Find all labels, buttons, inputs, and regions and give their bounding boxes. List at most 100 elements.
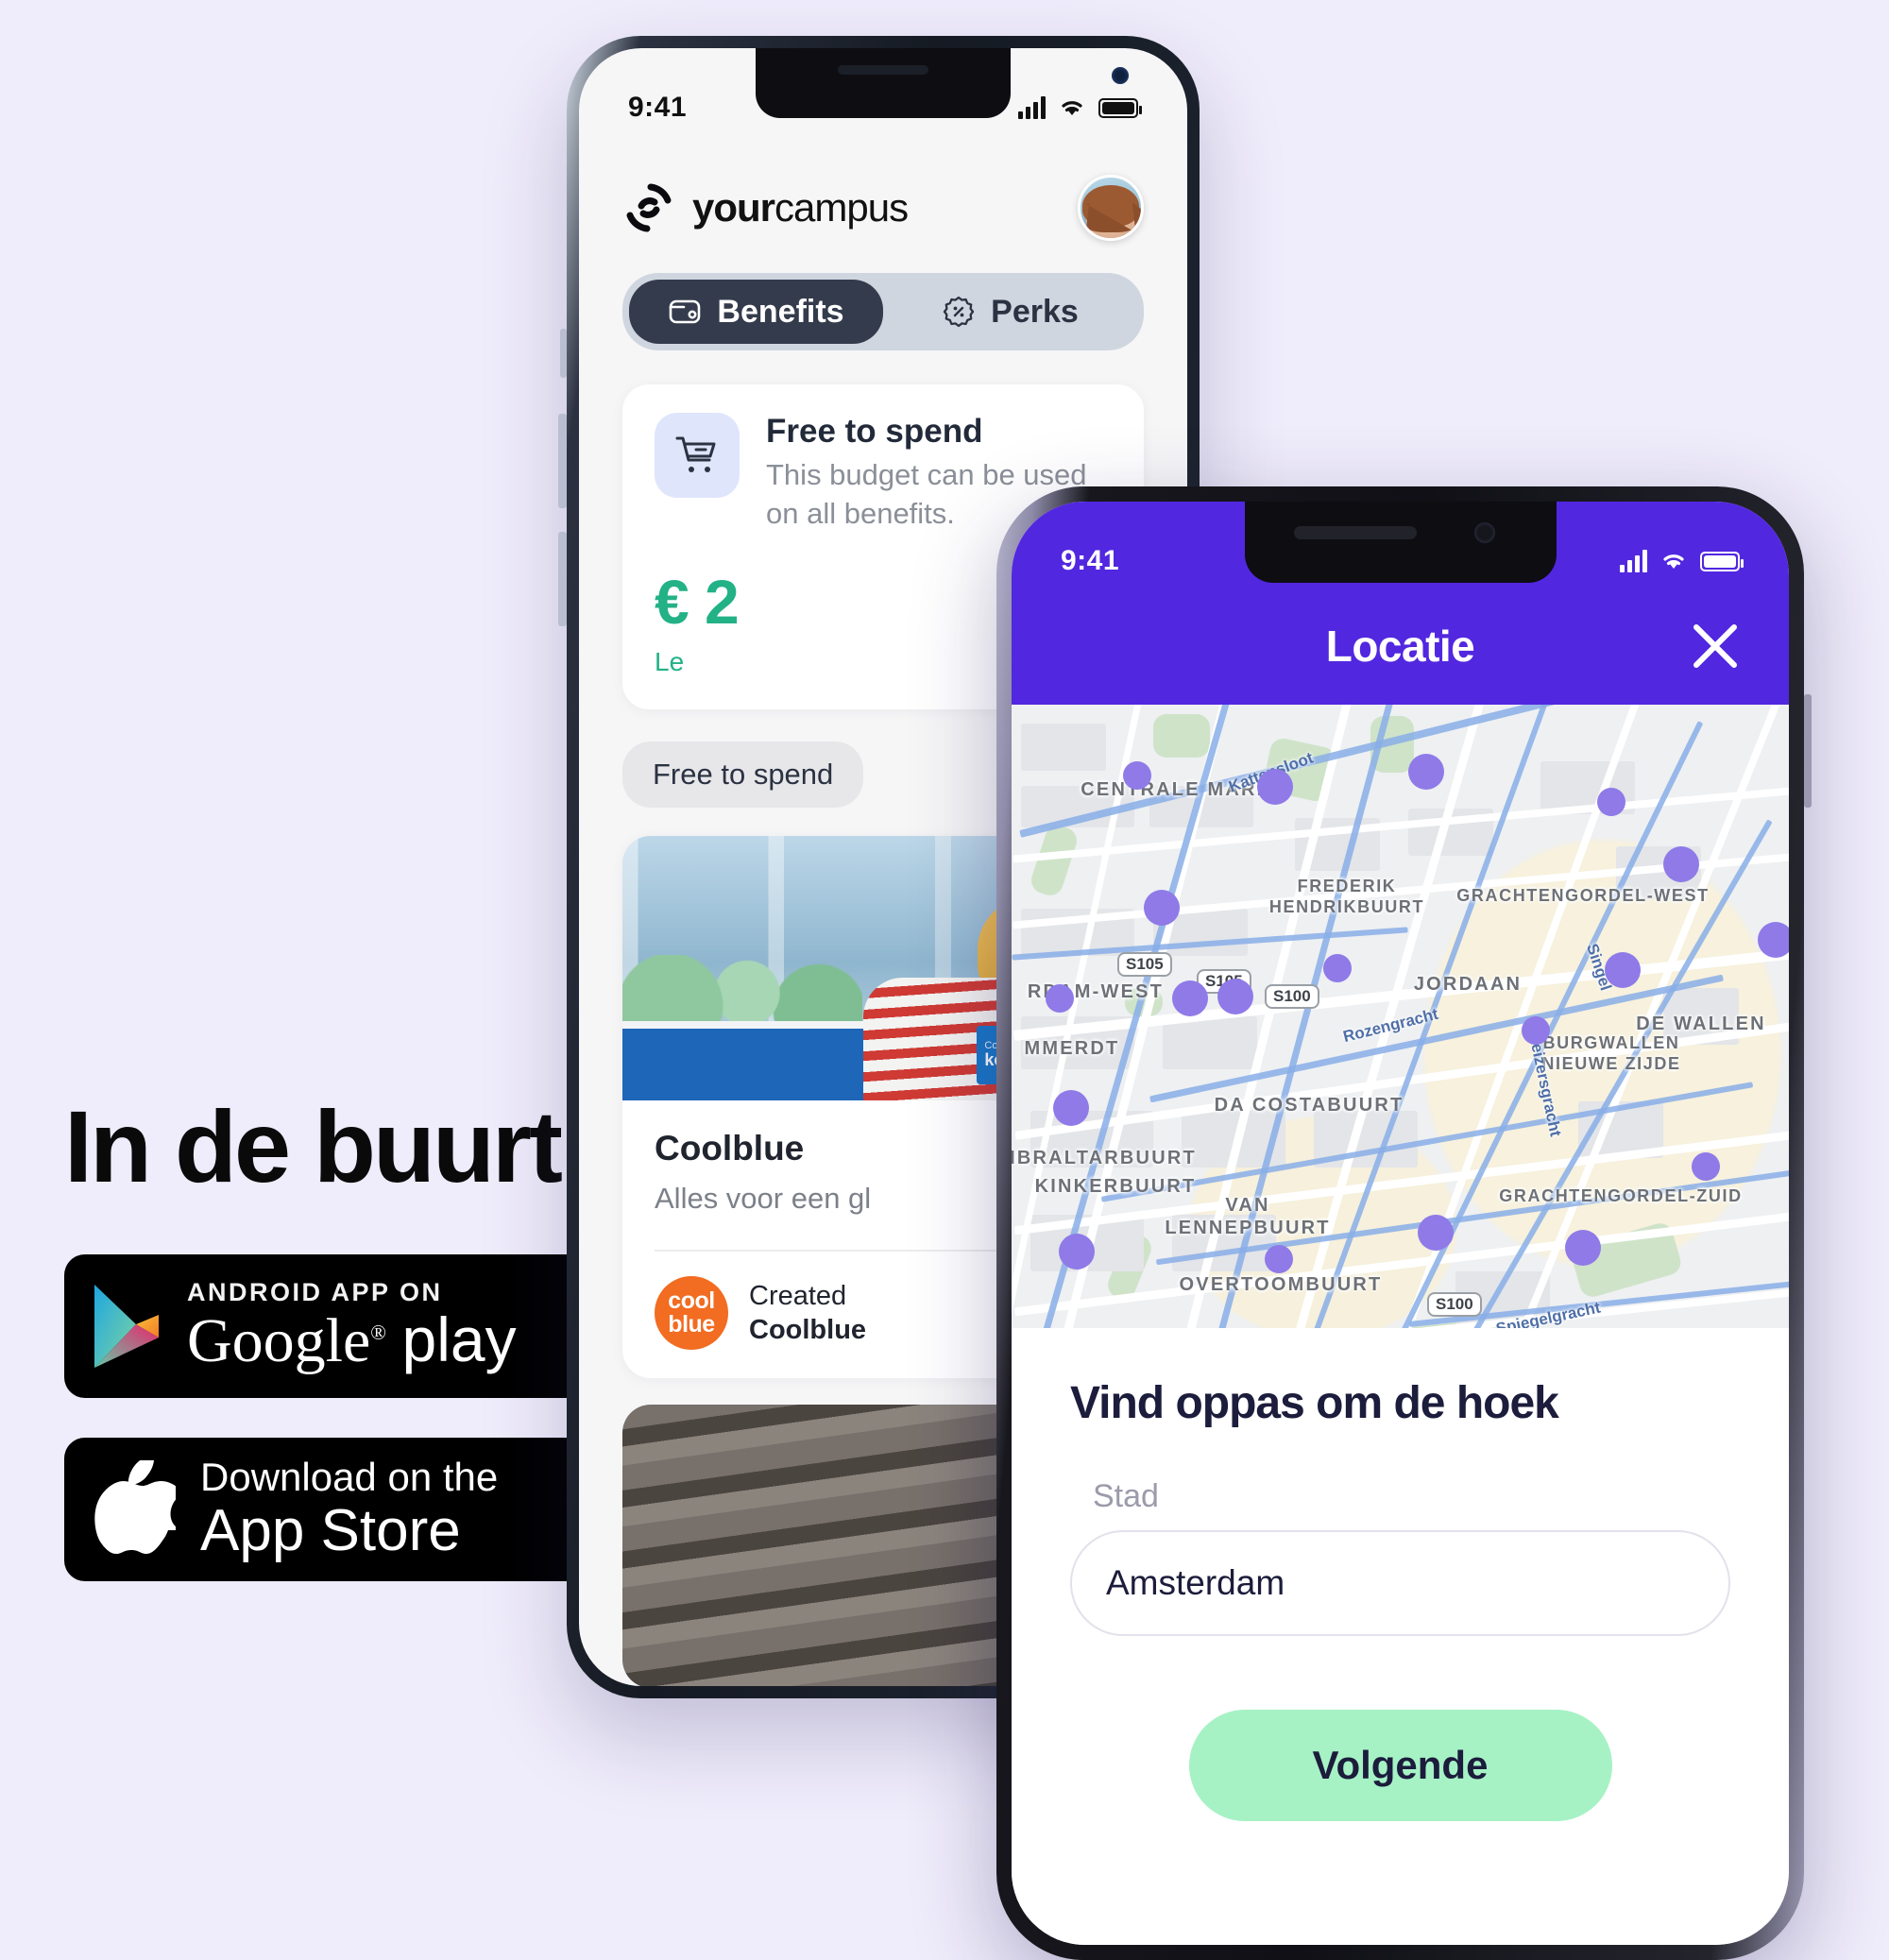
- map-label: JORDAAN: [1413, 974, 1523, 995]
- map-pin[interactable]: [1758, 922, 1789, 958]
- app-store-badge[interactable]: Download on the App Store: [64, 1438, 612, 1581]
- map-pin[interactable]: [1123, 761, 1151, 790]
- next-button[interactable]: Volgende: [1188, 1710, 1612, 1821]
- discount-badge-icon: [942, 295, 976, 329]
- brand-bold: your: [692, 185, 775, 230]
- tab-switcher: Benefits Perks: [622, 273, 1144, 350]
- map-road-shield: S105: [1117, 952, 1172, 977]
- coolblue-logo-icon: cool blue: [655, 1275, 728, 1350]
- map-road-shield: S100: [1427, 1292, 1482, 1317]
- yourcampus-logo-icon: [622, 181, 675, 234]
- status-icons: [1620, 550, 1744, 572]
- status-time: 9:41: [628, 92, 688, 123]
- location-title: Locatie: [1325, 622, 1475, 671]
- brand-light: campus: [774, 185, 909, 230]
- battery-icon: [1700, 551, 1744, 571]
- phone-b-screen: 9:41 Locatie CENTRALE MARKT FREDERIK HEN…: [1012, 502, 1789, 1945]
- phone-b-speaker: [1293, 526, 1417, 539]
- phone-a-camera: [1112, 67, 1129, 84]
- filter-chip-free-to-spend[interactable]: Free to spend: [622, 741, 864, 808]
- phone-a-notch: [756, 48, 1011, 118]
- map-label: GRACHTENGORDEL-WEST: [1456, 886, 1710, 905]
- status-icons: [1018, 96, 1142, 119]
- map-pin[interactable]: [1217, 979, 1253, 1014]
- google-play-badge[interactable]: ANDROID APP ON Google® play: [64, 1254, 612, 1398]
- map-road-shield: S100: [1265, 984, 1319, 1009]
- battery-icon: [1098, 97, 1142, 118]
- cellular-signal-icon: [1018, 96, 1046, 119]
- tab-perks-label: Perks: [991, 293, 1079, 330]
- google-play-word2: play: [401, 1304, 517, 1375]
- avatar[interactable]: [1078, 175, 1144, 241]
- avatar-hair: [1082, 185, 1139, 227]
- phone-location-screen: 9:41 Locatie CENTRALE MARKT FREDERIK HEN…: [996, 486, 1812, 1960]
- map-pin[interactable]: [1323, 954, 1352, 982]
- map-label: OVERTOOMBUURT: [1179, 1274, 1383, 1295]
- shopping-cart-icon: [655, 413, 740, 498]
- app-store-big-text: App Store: [200, 1497, 461, 1563]
- map-pin[interactable]: [1663, 846, 1699, 882]
- brand-text: yourcampus: [692, 185, 909, 230]
- map-pin[interactable]: [1418, 1215, 1454, 1251]
- wallet-icon: [668, 295, 702, 329]
- map-pin[interactable]: [1692, 1152, 1720, 1181]
- tab-benefits-label: Benefits: [717, 293, 844, 330]
- phone-a-volume-up[interactable]: [558, 414, 567, 508]
- map-pin[interactable]: [1597, 788, 1625, 816]
- wifi-icon: [1659, 550, 1688, 572]
- google-play-label: ANDROID APP ON Google® play: [187, 1278, 517, 1376]
- map-label: GRACHTENGORDEL-ZUID: [1499, 1186, 1743, 1205]
- tab-benefits[interactable]: Benefits: [629, 280, 883, 344]
- map-pin[interactable]: [1565, 1230, 1601, 1266]
- google-play-triangle-icon: [93, 1283, 162, 1370]
- map-pin[interactable]: [1257, 769, 1293, 805]
- merchant-created-label: Created: [749, 1280, 847, 1311]
- map-label: IBRALTARBUURT: [1012, 1148, 1197, 1168]
- tab-perks[interactable]: Perks: [883, 280, 1137, 344]
- map-label: VAN LENNEPBUURT: [1165, 1195, 1331, 1239]
- city-field-label: Stad: [1093, 1478, 1159, 1514]
- google-play-word: Google: [187, 1306, 371, 1376]
- app-header: yourcampus: [579, 139, 1187, 241]
- location-bottom-sheet: Vind oppas om de hoek Stad Amsterdam Vol…: [1012, 1328, 1789, 1945]
- map-label: RDAM-WEST: [1027, 981, 1165, 1002]
- apple-logo-icon: [93, 1460, 176, 1559]
- location-map[interactable]: CENTRALE MARKT FREDERIK HENDRIKBUURT GRACHT…: [1012, 705, 1789, 1328]
- map-pin[interactable]: [1046, 984, 1074, 1013]
- merchant-created-by: Coolblue: [749, 1314, 867, 1345]
- phone-b-camera: [1473, 522, 1495, 543]
- map-park: [1153, 714, 1210, 758]
- merchant-created-text: Created Coolblue: [749, 1279, 866, 1348]
- location-appbar: 9:41 Locatie: [1012, 502, 1789, 705]
- map-pin[interactable]: [1605, 952, 1641, 988]
- app-store-label: Download on the App Store: [200, 1456, 498, 1562]
- phone-a-mute-switch[interactable]: [560, 329, 567, 378]
- coolblue-logo-line1: cool: [668, 1287, 715, 1315]
- status-time: 9:41: [1061, 545, 1120, 576]
- budget-title: Free to spend: [766, 413, 983, 450]
- city-input[interactable]: Amsterdam: [1070, 1530, 1730, 1636]
- map-pin[interactable]: [1265, 1245, 1293, 1273]
- google-play-small-text: ANDROID APP ON: [187, 1278, 443, 1307]
- map-label: DE WALLEN: [1636, 1014, 1766, 1034]
- wifi-icon: [1058, 96, 1086, 119]
- map-label: DA COSTABUURT: [1214, 1095, 1404, 1116]
- cellular-signal-icon: [1620, 550, 1647, 572]
- sheet-title: Vind oppas om de hoek: [1070, 1378, 1559, 1428]
- map-pin[interactable]: [1408, 754, 1444, 790]
- phone-b-power-button[interactable]: [1804, 694, 1812, 808]
- app-store-small-text: Download on the: [200, 1455, 499, 1500]
- map-pin[interactable]: [1172, 980, 1208, 1016]
- map-pin[interactable]: [1144, 890, 1180, 926]
- phone-a-speaker: [838, 65, 928, 75]
- location-title-row: Locatie: [1012, 608, 1789, 684]
- coolblue-logo-line2: blue: [668, 1310, 715, 1338]
- close-x-icon[interactable]: [1689, 620, 1742, 673]
- brand-lockup: yourcampus: [622, 181, 909, 234]
- map-pin[interactable]: [1522, 1016, 1550, 1045]
- phone-b-notch: [1244, 502, 1557, 583]
- map-pin[interactable]: [1053, 1090, 1089, 1126]
- map-label: MMERDT: [1024, 1038, 1120, 1059]
- map-pin[interactable]: [1059, 1234, 1095, 1270]
- phone-a-volume-down[interactable]: [558, 532, 567, 626]
